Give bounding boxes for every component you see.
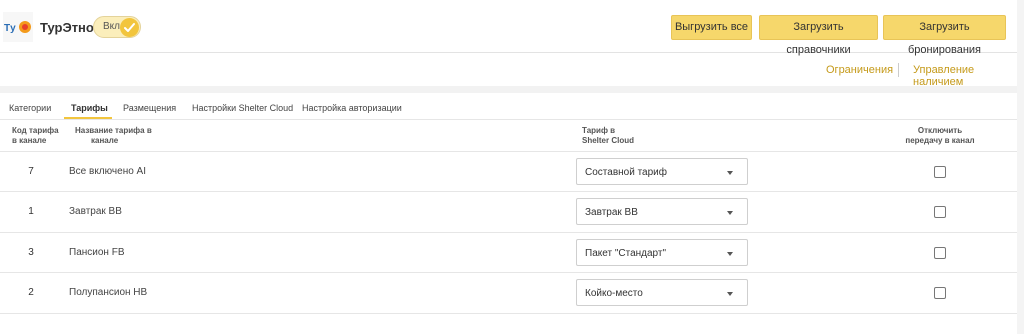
disable-transfer-checkbox[interactable]	[934, 166, 946, 178]
tab-auth-settings[interactable]: Настройка авторизации	[302, 103, 402, 113]
caret-down-icon	[727, 292, 733, 296]
channel-enabled-toggle[interactable]: Вкл.	[93, 16, 141, 38]
tab-shelter-cloud-settings[interactable]: Настройки Shelter Cloud	[192, 103, 293, 113]
caret-down-icon	[727, 211, 733, 215]
column-header-tariff: Тариф в Shelter Cloud	[582, 126, 634, 146]
select-value: Составной тариф	[585, 167, 667, 178]
select-value: Койко-место	[585, 288, 643, 299]
svg-text:Tу: Tу	[4, 23, 16, 34]
tab-tariffs[interactable]: Тарифы	[71, 103, 108, 113]
table-row: 1 Завтрак BB Завтрак BB	[0, 191, 1017, 231]
header-line: Отключить	[917, 126, 963, 135]
header-line: в канале	[12, 136, 47, 145]
export-all-button[interactable]: Выгрузить все	[671, 15, 752, 40]
shelter-tariff-select[interactable]: Завтрак BB	[576, 198, 748, 225]
link-divider	[898, 63, 899, 77]
header-line: Код тарифа	[12, 126, 59, 135]
table-row: 7 Все включено AI Составной тариф	[0, 151, 1017, 191]
load-bookings-button[interactable]: Загрузить бронирования	[883, 15, 1006, 56]
header-line: передачу в канал	[905, 136, 975, 145]
app-title: ТурЭтно	[40, 20, 94, 35]
header-line: Тариф в	[582, 126, 616, 135]
shelter-tariff-select[interactable]: Пакет "Стандарт"	[576, 239, 748, 266]
app-logo: Tу	[3, 12, 33, 42]
tariff-name: Завтрак BB	[69, 206, 122, 217]
limits-link[interactable]: Ограничения	[826, 64, 893, 76]
caret-down-icon	[727, 171, 733, 175]
disable-transfer-checkbox[interactable]	[934, 287, 946, 299]
tab-bar: Категории Тарифы Размещения Настройки Sh…	[0, 93, 1017, 120]
disable-transfer-checkbox[interactable]	[934, 206, 946, 218]
disable-transfer-checkbox[interactable]	[934, 247, 946, 259]
caret-down-icon	[727, 252, 733, 256]
shelter-tariff-select[interactable]: Составной тариф	[576, 158, 748, 185]
tariff-name: Все включено AI	[69, 166, 147, 177]
header-line: Название тарифа в	[75, 126, 152, 135]
header-line: канале	[91, 136, 119, 145]
tab-categories[interactable]: Категории	[9, 103, 51, 113]
section-divider	[0, 86, 1017, 93]
tariff-code: 2	[28, 287, 34, 298]
table-row: 2 Полупансион HB Койко-место	[0, 272, 1017, 312]
top-header: Tу ТурЭтно Вкл. Выгрузить все Загрузить …	[0, 0, 1017, 56]
select-value: Пакет "Стандарт"	[585, 248, 667, 259]
tab-accommodations[interactable]: Размещения	[123, 103, 176, 113]
availability-management-link[interactable]: Управление наличием	[913, 64, 1024, 88]
tariff-code: 1	[28, 206, 34, 217]
header-line: Shelter Cloud	[582, 136, 635, 145]
load-references-button[interactable]: Загрузить справочники	[759, 15, 878, 56]
tariff-code: 3	[28, 247, 34, 258]
toggle-knob	[120, 18, 139, 37]
table-row: 3 Пансион FB Пакет "Стандарт"	[0, 232, 1017, 272]
table-bottom-border	[0, 313, 1017, 314]
tariff-name: Полупансион HB	[69, 287, 148, 298]
tariff-code: 7	[28, 166, 34, 177]
check-icon	[124, 23, 135, 32]
active-tab-indicator	[64, 117, 112, 119]
shelter-tariff-select[interactable]: Койко-место	[576, 279, 748, 306]
vertical-scrollbar[interactable]	[1017, 0, 1024, 334]
select-value: Завтрак BB	[585, 207, 638, 218]
tariff-name: Пансион FB	[69, 247, 125, 258]
column-header-disable: Отключить передачу в канал	[902, 126, 978, 146]
column-header-code: Код тарифа в канале	[12, 126, 59, 146]
column-header-name: Название тарифа в канале	[75, 126, 152, 146]
